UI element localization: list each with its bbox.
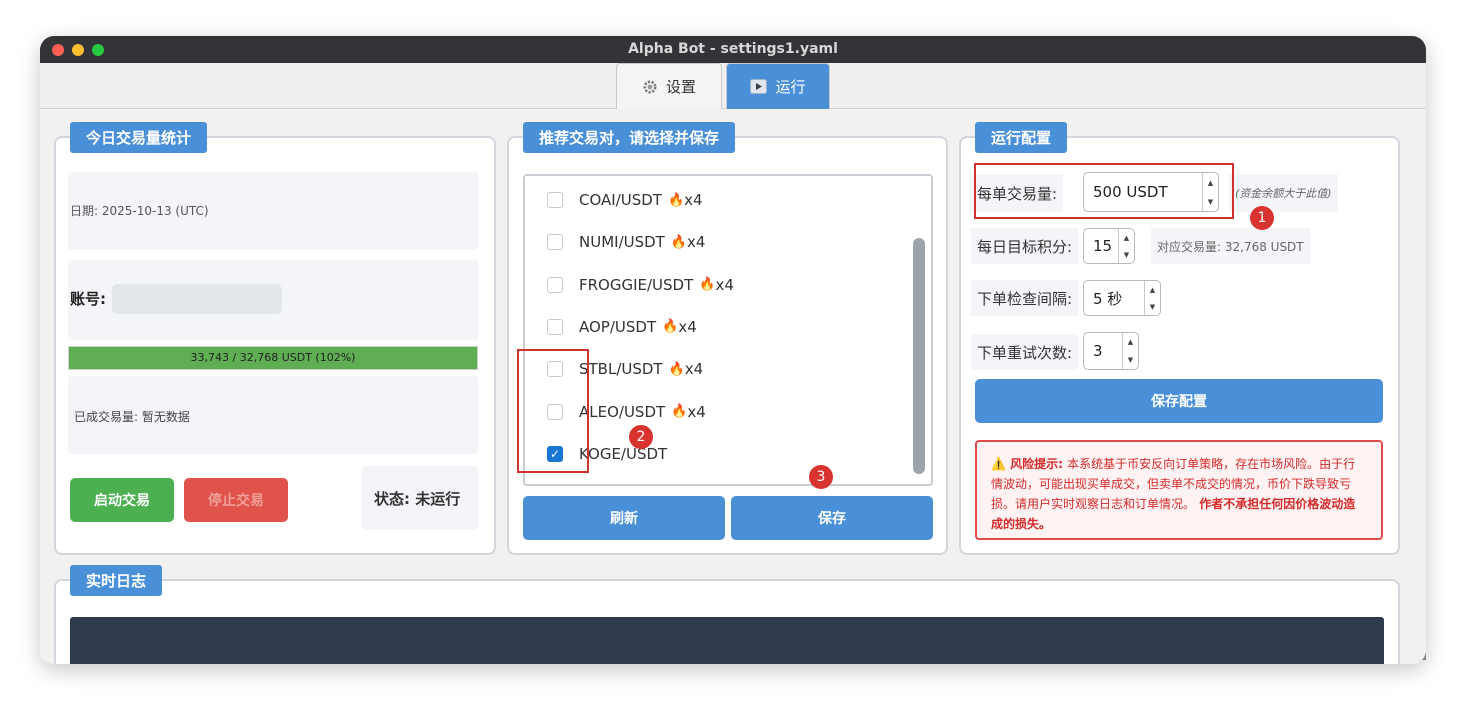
annotation-badge-1: 1 <box>1250 206 1274 230</box>
pair-multiplier: x4 <box>687 402 706 421</box>
target-label: 每日目标积分: <box>971 228 1079 264</box>
target-up-icon[interactable]: ▲ <box>1124 234 1129 242</box>
interval-label: 下单检查间隔: <box>971 280 1079 316</box>
pairs-panel: 推荐交易对，请选择并保存 COAI/USDT 🔥 x4 NUMI/USDT 🔥 x4 FRO… <box>507 122 948 555</box>
account-redacted <box>112 284 282 314</box>
pairs-panel-title: 推荐交易对，请选择并保存 <box>523 122 736 153</box>
run-tab-content: 今日交易量统计 日期: 2025-10-13 (UTC) 账号: ı 33,74… <box>40 109 1426 664</box>
retry-label: 下单重试次数: <box>971 334 1079 370</box>
traded-text: 已成交易量: 暂无数据 <box>74 410 190 424</box>
fire-icon: 🔥 <box>668 361 685 377</box>
retry-spinbox[interactable]: 3 ▲ ▼ <box>1083 332 1139 370</box>
log-output[interactable] <box>70 617 1384 664</box>
interval-spinbox[interactable]: 5 秒 ▲ ▼ <box>1083 280 1161 316</box>
fire-icon: 🔥 <box>671 404 688 419</box>
target-value: 15 <box>1093 237 1113 255</box>
status-text: 状态: 未运行 <box>374 490 461 508</box>
log-panel-title: 实时日志 <box>70 565 163 596</box>
tab-run[interactable]: 运行 <box>726 63 830 109</box>
amount-hint: (资金余额大于此值) <box>1229 174 1338 212</box>
pair-label: ALEO/USDT <box>579 402 666 421</box>
tab-run-label: 运行 <box>775 78 806 96</box>
interval-up-icon[interactable]: ▲ <box>1150 286 1155 294</box>
volume-progress-bar: 33,743 / 32,768 USDT (102%) <box>68 346 478 370</box>
start-trading-button[interactable]: 启动交易 <box>70 478 174 522</box>
pair-item[interactable]: AOP/USDT 🔥 x4 <box>547 318 697 336</box>
account-box: 账号: ı <box>68 260 478 340</box>
pair-checkbox[interactable] <box>547 318 563 335</box>
log-panel: 实时日志 <box>54 565 1400 664</box>
pair-multiplier: x4 <box>684 191 703 209</box>
date-box: 日期: 2025-10-13 (UTC) <box>68 172 478 250</box>
stats-panel: 今日交易量统计 日期: 2025-10-13 (UTC) 账号: ı 33,74… <box>54 122 496 555</box>
interval-value: 5 秒 <box>1093 289 1123 308</box>
pair-label: FROGGIE/USDT <box>579 275 694 294</box>
pair-label: AOP/USDT <box>579 317 657 336</box>
risk-warning-title: ⚠️ 风险提示: <box>991 457 1063 471</box>
config-panel-title: 运行配置 <box>975 122 1068 153</box>
target-hint: 对应交易量: 32,768 USDT <box>1151 228 1310 264</box>
pair-label: STBL/USDT <box>579 360 663 379</box>
fire-icon: 🔥 <box>662 319 679 335</box>
annotation-box-amount <box>974 163 1234 219</box>
pair-multiplier: x4 <box>715 275 734 294</box>
fire-icon: 🔥 <box>667 192 685 208</box>
annotation-badge-2: 2 <box>629 425 653 449</box>
volume-progress-text: 33,743 / 32,768 USDT (102%) <box>190 351 356 364</box>
stats-panel-title: 今日交易量统计 <box>70 122 208 153</box>
pair-multiplier: x4 <box>684 360 704 379</box>
pair-item[interactable]: NUMI/USDT 🔥 x4 <box>547 233 705 251</box>
risk-warning: ⚠️ 风险提示: 本系统基于币安反向订单策略，存在市场风险。由于行情波动，可能出… <box>975 440 1383 540</box>
refresh-button[interactable]: 刷新 <box>523 496 725 540</box>
pair-checkbox[interactable] <box>547 234 563 251</box>
date-text: 日期: 2025-10-13 (UTC) <box>70 204 209 218</box>
pair-label: NUMI/USDT <box>579 233 665 252</box>
save-config-button[interactable]: 保存配置 <box>975 379 1383 423</box>
retry-value: 3 <box>1093 342 1103 360</box>
tab-settings[interactable]: 设置 <box>616 63 722 109</box>
stop-trading-button[interactable]: 停止交易 <box>184 478 288 522</box>
status-box: 状态: 未运行 <box>362 466 478 530</box>
gear-icon <box>642 79 658 95</box>
pairs-scrollbar[interactable] <box>913 238 925 474</box>
annotation-badge-3: 3 <box>809 465 833 489</box>
window-title: Alpha Bot - settings1.yaml <box>628 41 838 57</box>
fire-icon: 🔥 <box>670 234 688 250</box>
pair-label: KOGE/USDT <box>579 444 668 463</box>
interval-down-icon[interactable]: ▼ <box>1150 303 1155 311</box>
tab-bar: 设置 运行 <box>40 63 1426 109</box>
target-down-icon[interactable]: ▼ <box>1124 251 1129 259</box>
account-label: 账号: ı <box>70 290 117 308</box>
pair-checkbox[interactable] <box>547 276 563 293</box>
fire-icon: 🔥 <box>699 277 716 293</box>
title-bar: Alpha Bot - settings1.yaml <box>40 36 1426 63</box>
retry-down-icon[interactable]: ▼ <box>1128 356 1133 364</box>
tab-settings-label: 设置 <box>665 78 696 96</box>
traded-box: 已成交易量: 暂无数据 <box>68 376 478 454</box>
annotation-box-checkbox <box>517 349 589 473</box>
retry-up-icon[interactable]: ▲ <box>1128 338 1133 346</box>
pair-item[interactable]: FROGGIE/USDT 🔥 x4 <box>547 276 734 294</box>
pair-multiplier: x4 <box>678 317 697 336</box>
play-icon <box>750 79 768 94</box>
save-pairs-button[interactable]: 保存 <box>731 496 933 540</box>
target-spinbox[interactable]: 15 ▲ ▼ <box>1083 228 1135 264</box>
pair-checkbox[interactable] <box>547 192 563 208</box>
app-window: Alpha Bot - settings1.yaml 设置 运行 今日交易量统计… <box>40 36 1426 664</box>
pair-item[interactable]: COAI/USDT 🔥 x4 <box>547 191 703 209</box>
pair-label: COAI/USDT <box>579 191 662 209</box>
pair-multiplier: x4 <box>687 233 706 252</box>
